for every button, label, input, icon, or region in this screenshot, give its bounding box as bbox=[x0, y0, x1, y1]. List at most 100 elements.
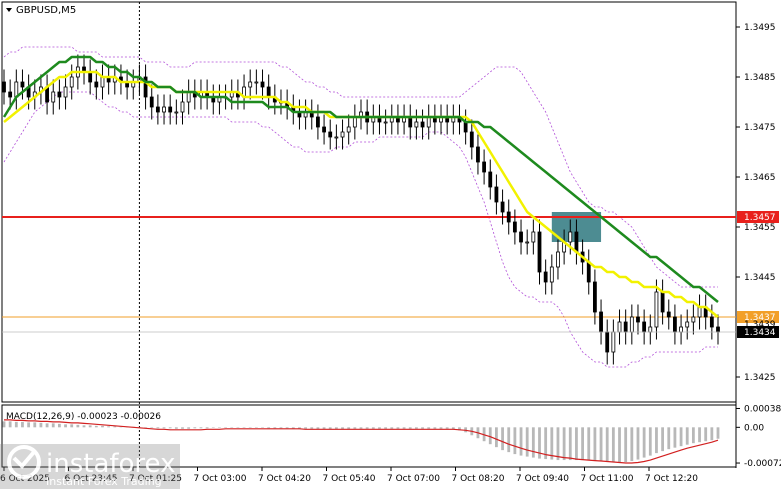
candle-body bbox=[629, 316, 634, 333]
x-tick-label: 7 Oct 07:00 bbox=[387, 474, 440, 484]
candle-body bbox=[346, 126, 351, 133]
candle-body bbox=[383, 121, 388, 124]
macd-histogram-bar bbox=[304, 427, 308, 429]
candle-body bbox=[69, 76, 74, 88]
y-tick-label: 1.3445 bbox=[744, 273, 776, 283]
macd-histogram-bar bbox=[82, 425, 86, 428]
macd-histogram-bar bbox=[642, 427, 646, 458]
candle-body bbox=[414, 121, 419, 128]
candle-body bbox=[623, 321, 628, 333]
candle-body bbox=[186, 91, 191, 103]
candle-body bbox=[254, 81, 259, 84]
macd-histogram-bar bbox=[427, 427, 431, 429]
candle-body bbox=[57, 91, 62, 98]
macd-histogram-bar bbox=[39, 422, 43, 428]
y-tick-label: 1.3425 bbox=[744, 373, 776, 383]
macd-label: MACD(12,26,9) -0.00023 -0.00026 bbox=[6, 412, 161, 422]
macd-histogram-bar bbox=[211, 427, 215, 428]
candle-body bbox=[506, 211, 511, 223]
macd-histogram-bar bbox=[254, 427, 258, 428]
macd-histogram-bar bbox=[593, 427, 597, 461]
macd-histogram-bar bbox=[636, 427, 640, 460]
candle-body bbox=[88, 71, 93, 83]
macd-histogram-bar bbox=[439, 427, 443, 429]
macd-histogram-bar bbox=[704, 427, 708, 442]
macd-histogram-bar bbox=[174, 427, 178, 429]
candle-body bbox=[334, 136, 339, 139]
macd-histogram-bar bbox=[310, 427, 314, 429]
candle-body bbox=[679, 326, 683, 333]
macd-histogram-bar bbox=[156, 427, 160, 429]
macd-histogram-bar bbox=[76, 424, 80, 428]
candle-body bbox=[519, 231, 523, 243]
candle-body bbox=[162, 106, 166, 113]
x-tick-label: 7 Oct 05:40 bbox=[323, 474, 376, 484]
macd-histogram-bar bbox=[27, 422, 31, 428]
candle-body bbox=[63, 86, 68, 98]
macd-histogram-bar bbox=[433, 427, 437, 429]
candle-body bbox=[168, 106, 173, 113]
candle-body bbox=[691, 316, 696, 323]
macd-histogram-bar bbox=[568, 427, 572, 461]
candle-body bbox=[426, 116, 431, 128]
macd-histogram-bar bbox=[218, 427, 221, 428]
macd-histogram-bar bbox=[445, 427, 449, 429]
macd-histogram-bar bbox=[421, 427, 424, 429]
macd-histogram-bar bbox=[679, 427, 683, 447]
macd-histogram-bar bbox=[519, 427, 523, 456]
x-tick-label: 7 Oct 09:40 bbox=[516, 474, 569, 484]
macd-histogram-bar bbox=[488, 427, 492, 445]
x-tick-label: 7 Oct 11:00 bbox=[581, 474, 634, 484]
candle-body bbox=[488, 171, 493, 188]
macd-histogram-bar bbox=[673, 427, 677, 448]
candle-body bbox=[266, 86, 271, 98]
candle-body bbox=[469, 131, 474, 148]
candle-body bbox=[2, 81, 6, 93]
candle-body bbox=[648, 326, 653, 333]
candle-body bbox=[180, 101, 185, 113]
macd-histogram-bar bbox=[562, 427, 566, 461]
candle-body bbox=[605, 331, 610, 353]
macd-histogram-bar bbox=[279, 427, 283, 429]
macd-tick-label: 0.00 bbox=[744, 423, 764, 433]
candle-body bbox=[463, 121, 468, 133]
x-tick-label: 7 Oct 12:20 bbox=[645, 474, 698, 484]
candle-body bbox=[94, 81, 99, 88]
macd-histogram-bar bbox=[495, 427, 498, 448]
macd-histogram-bar bbox=[150, 427, 154, 428]
y-tick-label: 1.3475 bbox=[744, 123, 776, 133]
macd-histogram-bar bbox=[390, 427, 394, 429]
candle-body bbox=[260, 81, 265, 88]
candle-body bbox=[408, 116, 413, 128]
candle-body bbox=[617, 321, 622, 333]
candle-body bbox=[149, 96, 154, 108]
macd-histogram-bar bbox=[698, 427, 701, 443]
macd-histogram-bar bbox=[187, 427, 191, 429]
macd-histogram-bar bbox=[507, 427, 511, 453]
candle-body bbox=[666, 311, 671, 318]
macd-histogram-bar bbox=[2, 421, 6, 428]
candle-body bbox=[556, 251, 560, 268]
candle-body bbox=[340, 131, 345, 138]
candle-body bbox=[697, 306, 702, 318]
macd-tick-label: -0.00072 bbox=[744, 459, 781, 469]
macd-histogram-bar bbox=[384, 427, 388, 429]
macd-histogram-bar bbox=[193, 427, 197, 429]
macd-histogram-bar bbox=[655, 427, 658, 454]
macd-histogram-bar bbox=[236, 427, 240, 428]
macd-histogram-bar bbox=[353, 427, 357, 429]
macd-histogram-bar bbox=[402, 427, 406, 429]
macd-histogram-bar bbox=[181, 427, 184, 429]
macd-histogram-bar bbox=[285, 427, 289, 429]
candle-body bbox=[525, 241, 530, 244]
macd-histogram-bar bbox=[716, 427, 720, 439]
candle-body bbox=[500, 201, 505, 213]
macd-histogram-bar bbox=[14, 421, 18, 428]
candle-body bbox=[51, 91, 56, 103]
macd-histogram-bar bbox=[378, 427, 381, 429]
chart-title: GBPUSD,M5 bbox=[16, 5, 76, 16]
candle-body bbox=[174, 111, 179, 114]
candle-body bbox=[328, 131, 333, 138]
macd-histogram-bar bbox=[267, 427, 271, 429]
macd-histogram-bar bbox=[107, 426, 111, 428]
